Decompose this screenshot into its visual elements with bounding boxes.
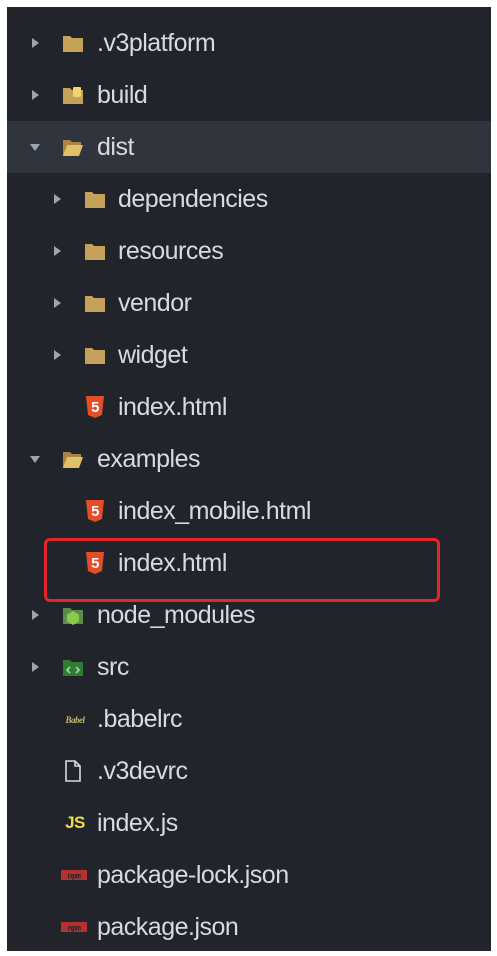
html5-glyph: 5: [91, 399, 99, 416]
tree-item-label: index_mobile.html: [118, 496, 312, 525]
tree-item-label: widget: [118, 340, 188, 369]
npm-icon-text: npm: [68, 925, 82, 934]
html5-glyph: 5: [91, 555, 99, 572]
tree-item-label: index.html: [118, 548, 227, 577]
chevron-right-icon[interactable]: [28, 660, 42, 674]
tree-item-v3platform[interactable]: .v3platform: [7, 17, 491, 69]
chevron-right-icon[interactable]: [50, 244, 64, 258]
tree-item-node-modules[interactable]: node_modules: [7, 589, 491, 641]
src-folder-icon: [62, 656, 84, 678]
chevron-right-icon[interactable]: [28, 88, 42, 102]
tree-item-label: package.json: [97, 912, 239, 941]
babel-icon: Babel: [62, 708, 88, 730]
tree-item-label: node_modules: [97, 600, 256, 629]
html5-icon: 5: [84, 552, 106, 574]
tree-item-examples[interactable]: examples: [7, 433, 491, 485]
tree-item-widget[interactable]: widget: [7, 329, 491, 381]
tree-item-index-mobile-html[interactable]: 5 index_mobile.html: [7, 485, 491, 537]
folder-icon: [84, 292, 106, 314]
chevron-right-icon[interactable]: [50, 296, 64, 310]
tree-item-label: examples: [97, 444, 201, 473]
tree-item-dist-index-html[interactable]: 5 index.html: [7, 381, 491, 433]
tree-item-label: package-lock.json: [97, 860, 289, 889]
tree-item-label: index.html: [118, 392, 227, 421]
folder-build-icon: [62, 84, 84, 106]
tree-item-label: vendor: [118, 288, 192, 317]
tree-item-examples-index-html[interactable]: 5 index.html: [7, 537, 491, 589]
tree-item-babelrc[interactable]: Babel .babelrc: [7, 693, 491, 745]
tree-item-index-js[interactable]: JS index.js: [7, 797, 491, 849]
chevron-down-icon[interactable]: [28, 140, 42, 154]
npm-icon: npm: [61, 916, 87, 938]
tree-item-label: dist: [97, 132, 134, 161]
chevron-right-icon[interactable]: [28, 36, 42, 50]
chevron-down-icon[interactable]: [28, 452, 42, 466]
folder-icon: [84, 188, 106, 210]
tree-item-label: .v3platform: [97, 28, 216, 57]
html5-icon: 5: [84, 396, 106, 418]
tree-item-vendor[interactable]: vendor: [7, 277, 491, 329]
html5-glyph: 5: [91, 503, 99, 520]
tree-item-dist[interactable]: dist: [7, 121, 491, 173]
tree-item-src[interactable]: src: [7, 641, 491, 693]
folder-open-icon: [62, 448, 84, 470]
folder-open-icon: [62, 136, 84, 158]
folder-icon: [84, 344, 106, 366]
tree-item-package-json[interactable]: npm package.json: [7, 901, 491, 951]
babel-icon-text: Babel: [65, 715, 86, 725]
file-tree-panel: .v3platform build dist dependencies reso…: [7, 7, 491, 951]
js-icon: JS: [65, 813, 85, 832]
tree-item-label: .v3devrc: [97, 756, 188, 785]
tree-item-label: src: [97, 652, 129, 681]
npm-icon: npm: [61, 864, 87, 886]
tree-item-resources[interactable]: resources: [7, 225, 491, 277]
node-folder-icon: [62, 604, 84, 626]
folder-icon: [84, 240, 106, 262]
tree-item-label: resources: [118, 236, 224, 265]
chevron-right-icon[interactable]: [50, 192, 64, 206]
file-icon: [62, 760, 84, 782]
tree-item-label: build: [97, 80, 148, 109]
tree-item-label: .babelrc: [97, 704, 182, 733]
chevron-right-icon[interactable]: [50, 348, 64, 362]
tree-item-package-lock-json[interactable]: npm package-lock.json: [7, 849, 491, 901]
folder-icon: [62, 32, 84, 54]
tree-item-label: index.js: [97, 808, 178, 837]
tree-item-dependencies[interactable]: dependencies: [7, 173, 491, 225]
html5-icon: 5: [84, 500, 106, 522]
tree-item-v3devrc[interactable]: .v3devrc: [7, 745, 491, 797]
chevron-right-icon[interactable]: [28, 608, 42, 622]
tree-item-build[interactable]: build: [7, 69, 491, 121]
tree-item-label: dependencies: [118, 184, 268, 213]
npm-icon-text: npm: [68, 873, 82, 882]
